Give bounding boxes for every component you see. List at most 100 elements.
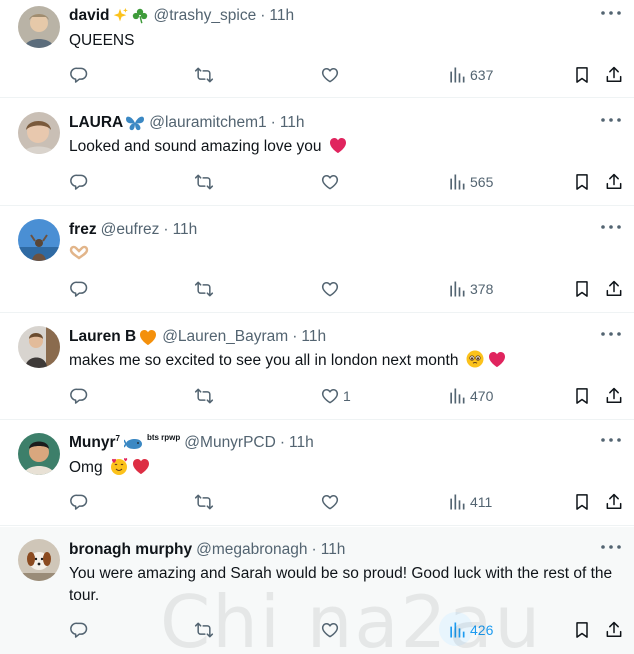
like-button[interactable]: [320, 170, 340, 194]
views-count: 378: [470, 281, 494, 297]
share-button[interactable]: [604, 277, 624, 301]
handle[interactable]: @trashy_spice: [153, 6, 256, 26]
views-count: 565: [470, 174, 494, 190]
action-bar: 378: [0, 277, 634, 301]
reply-icon: [69, 172, 89, 192]
display-name[interactable]: Lauren B: [69, 327, 136, 347]
more-icon[interactable]: [600, 10, 622, 24]
more-icon[interactable]: [600, 224, 622, 238]
reply-button[interactable]: [69, 384, 89, 408]
retweet-button[interactable]: [194, 490, 214, 514]
handle[interactable]: @MunyrPCD: [184, 433, 276, 453]
retweet-button[interactable]: [194, 384, 214, 408]
display-name[interactable]: frez: [69, 220, 97, 240]
share-icon: [604, 279, 624, 299]
views-button[interactable]: 411: [447, 490, 492, 514]
timestamp[interactable]: 11h: [269, 6, 294, 26]
action-bar: 426: [0, 612, 634, 646]
display-name[interactable]: LAURA: [69, 113, 123, 133]
separator: ·: [292, 328, 298, 345]
reply-button[interactable]: [69, 618, 89, 642]
heart-icon: [320, 386, 340, 406]
timestamp[interactable]: 11h: [301, 327, 326, 347]
tweet-text: You were amazing and Sarah would be so p…: [69, 565, 613, 604]
bookmark-button[interactable]: [572, 490, 592, 514]
handle[interactable]: @lauramitchem1: [149, 113, 266, 133]
tweet[interactable]: frez @eufrez · 11h 378: [0, 207, 634, 313]
views-count: 426: [470, 622, 494, 638]
retweet-icon: [194, 620, 214, 640]
display-name[interactable]: bronagh murphy: [69, 540, 192, 560]
views-icon: [447, 279, 467, 299]
retweet-button[interactable]: [194, 63, 214, 87]
avatar[interactable]: [18, 112, 60, 154]
like-button[interactable]: [320, 277, 340, 301]
timestamp[interactable]: 11h: [321, 540, 346, 560]
retweet-button[interactable]: [194, 277, 214, 301]
reply-icon: [69, 65, 89, 85]
share-button[interactable]: [604, 490, 624, 514]
timestamp[interactable]: 11h: [280, 113, 305, 133]
views-icon: [447, 172, 467, 192]
handle[interactable]: @eufrez: [101, 220, 160, 240]
share-button[interactable]: [604, 384, 624, 408]
handle[interactable]: @Lauren_Bayram: [162, 327, 288, 347]
sparkles-emoji: [111, 7, 129, 25]
views-button[interactable]: 426: [447, 618, 493, 642]
tweet[interactable]: bronagh murphy @megabronagh · 11h You we…: [0, 527, 634, 654]
share-button[interactable]: [604, 63, 624, 87]
whale-emoji: [123, 436, 144, 450]
views-icon: [447, 65, 467, 85]
share-icon: [604, 172, 624, 192]
more-icon[interactable]: [600, 331, 622, 345]
reply-button[interactable]: [69, 277, 89, 301]
tweet-text: QUEENS: [69, 30, 618, 51]
reply-button[interactable]: [69, 63, 89, 87]
tweet[interactable]: david @trashy_spice · 11h QUEENS 637: [0, 0, 634, 98]
bookmark-button[interactable]: [572, 170, 592, 194]
retweet-icon: [194, 65, 214, 85]
butterfly-emoji: [125, 114, 145, 132]
more-icon[interactable]: [600, 117, 622, 131]
views-button[interactable]: 565: [447, 170, 493, 194]
tweet[interactable]: Munyr7 bts rpwp @MunyrPCD · 11h Omg 411: [0, 421, 634, 526]
tweet[interactable]: LAURA @lauramitchem1 · 11h Looked and so…: [0, 99, 634, 206]
retweet-button[interactable]: [194, 618, 214, 642]
views-button[interactable]: 470: [447, 384, 493, 408]
display-name[interactable]: david: [69, 6, 109, 26]
bookmark-button[interactable]: [572, 63, 592, 87]
views-button[interactable]: 378: [447, 277, 493, 301]
tweet-text-content: Omg: [69, 459, 103, 476]
handle[interactable]: @megabronagh: [196, 540, 307, 560]
more-icon[interactable]: [600, 544, 622, 558]
tweet[interactable]: Lauren B @Lauren_Bayram · 11h makes me s…: [0, 314, 634, 420]
views-count: 411: [470, 494, 493, 510]
bookmark-button[interactable]: [572, 618, 592, 642]
like-button[interactable]: [320, 63, 340, 87]
views-count: 637: [470, 67, 494, 83]
share-button[interactable]: [604, 170, 624, 194]
retweet-button[interactable]: [194, 170, 214, 194]
bookmark-button[interactable]: [572, 277, 592, 301]
avatar[interactable]: [18, 326, 60, 368]
like-button[interactable]: 1: [320, 384, 351, 408]
tweet-text-content: makes me so excited to see you all in lo…: [69, 352, 459, 369]
display-name[interactable]: Munyr7: [69, 433, 120, 453]
like-button[interactable]: [320, 490, 340, 514]
avatar[interactable]: [18, 539, 60, 581]
reply-button[interactable]: [69, 170, 89, 194]
like-button[interactable]: [320, 618, 340, 642]
avatar[interactable]: [18, 6, 60, 48]
views-button[interactable]: 637: [447, 63, 493, 87]
timestamp[interactable]: 11h: [173, 220, 198, 240]
action-bar: 411: [0, 490, 634, 514]
reply-button[interactable]: [69, 490, 89, 514]
display-name-superscript: 7: [115, 433, 120, 443]
action-bar: 637: [0, 63, 634, 87]
avatar[interactable]: [18, 219, 60, 261]
more-icon[interactable]: [600, 437, 622, 451]
avatar[interactable]: [18, 433, 60, 475]
bookmark-button[interactable]: [572, 384, 592, 408]
timestamp[interactable]: 11h: [289, 433, 314, 453]
share-button[interactable]: [604, 618, 624, 642]
